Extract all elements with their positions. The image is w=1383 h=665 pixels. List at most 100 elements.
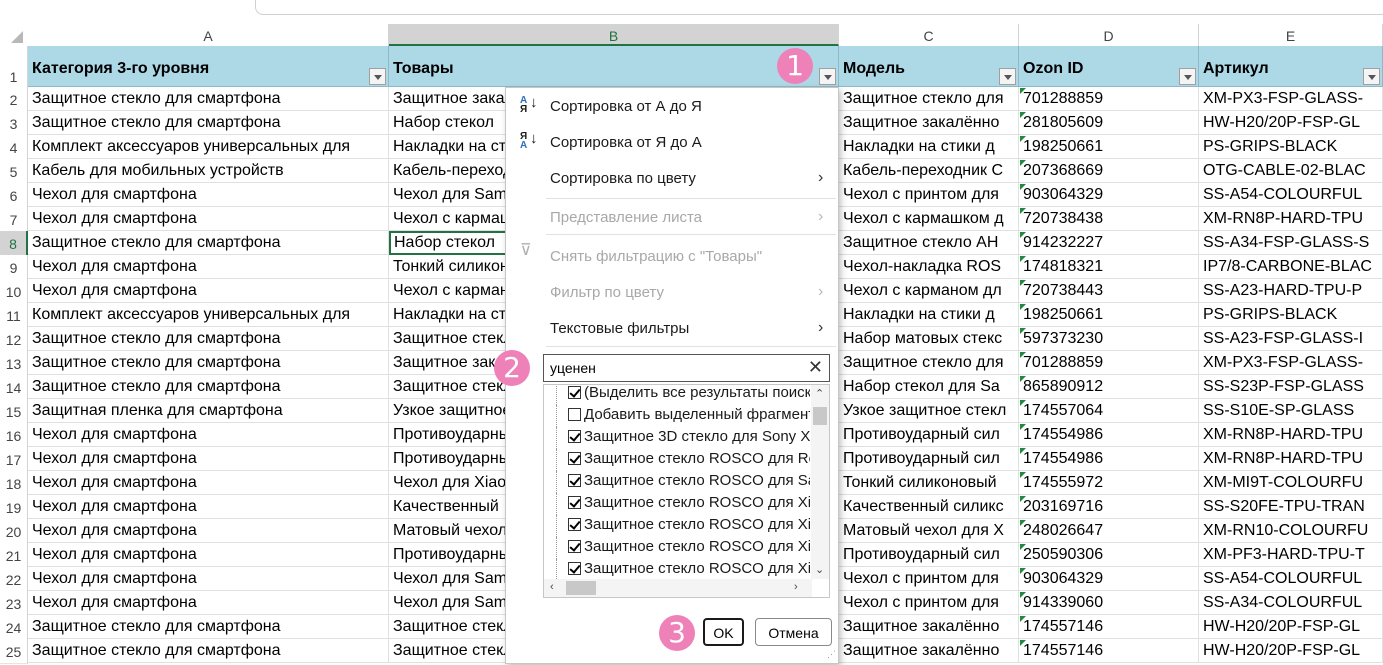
table-cell[interactable]: HW-H20/20P-FSP-GL [1199,111,1383,135]
filter-list-item[interactable]: Защитное стекло ROSCO для Realme [550,449,810,471]
horizontal-scroll-thumb[interactable] [566,581,596,595]
row-header[interactable]: 3 [0,111,28,136]
filter-dropdown-icon[interactable] [1179,68,1196,85]
checkbox[interactable] [568,408,581,421]
table-cell[interactable]: Противоударный сил [839,447,1019,471]
table-cell[interactable]: HW-H20/20P-FSP-GL [1199,639,1383,663]
table-cell[interactable]: Чехол с принтом для [839,567,1019,591]
table-cell[interactable]: 207368669 [1019,159,1199,183]
table-cell[interactable]: Матовый чехол для Х [839,519,1019,543]
sort-by-color-item[interactable]: Сортировка по цвету › [506,162,838,194]
row-header[interactable]: 17 [0,447,28,472]
table-cell[interactable]: PS-GRIPS-BLACK [1199,303,1383,327]
table-cell[interactable]: Чехол для смартфона [28,183,389,207]
table-cell[interactable]: XM-PX3-FSP-GLASS- [1199,351,1383,375]
table-cell[interactable]: Узкое защитное стекл [839,399,1019,423]
table-cell[interactable]: Защитное стекло для смартфона [28,231,389,255]
table-cell[interactable]: Накладки на стики д [839,303,1019,327]
table-cell[interactable]: SS-A54-COLOURFUL [1199,183,1383,207]
table-cell[interactable]: 203169716 [1019,495,1199,519]
table-cell[interactable]: 174557146 [1019,639,1199,663]
table-cell[interactable]: Защитное закалённо [839,111,1019,135]
table-cell[interactable]: 198250661 [1019,303,1199,327]
filter-list-item[interactable]: (Выделить все результаты поиска) [550,385,810,405]
table-cell[interactable]: SS-S10E-SP-GLASS [1199,399,1383,423]
clear-search-icon[interactable]: ✕ [808,357,823,378]
text-filters-item[interactable]: Текстовые фильтры › [506,312,838,344]
table-cell[interactable]: 248026647 [1019,519,1199,543]
table-cell[interactable]: SS-A34-COLOURFUL [1199,591,1383,615]
column-header-e[interactable]: E [1199,24,1383,46]
filter-list-item[interactable]: Защитное 3D стекло для Sony Xperia [550,427,810,449]
row-header[interactable]: 13 [0,351,28,376]
table-cell[interactable]: Тонкий силиконовый [839,471,1019,495]
checkbox[interactable] [568,518,581,531]
row-header[interactable]: 7 [0,207,28,232]
table-cell[interactable]: Чехол для смартфона [28,279,389,303]
filter-list-item[interactable]: Защитное стекло ROSCO для Xiaomi [550,559,810,581]
table-cell[interactable]: Защитное стекло для смартфона [28,615,389,639]
table-cell[interactable]: SS-S23P-FSP-GLASS [1199,375,1383,399]
table-cell[interactable]: PS-GRIPS-BLACK [1199,135,1383,159]
row-header[interactable]: 23 [0,591,28,616]
filter-dropdown-icon[interactable] [999,68,1016,85]
table-cell[interactable]: 720738443 [1019,279,1199,303]
table-cell[interactable]: Чехол для смартфона [28,591,389,615]
table-cell[interactable]: 174818321 [1019,255,1199,279]
table-cell[interactable]: XM-PX3-FSP-GLASS- [1199,87,1383,111]
table-cell[interactable]: Противоударный сил [839,543,1019,567]
row-header[interactable]: 16 [0,423,28,448]
list-vertical-scrollbar[interactable]: ⌃ ⌄ [811,385,829,579]
table-cell[interactable]: 865890912 [1019,375,1199,399]
table-cell[interactable]: 914232227 [1019,231,1199,255]
header-cell[interactable]: Категория 3-го уровня [28,46,389,87]
header-cell[interactable]: Ozon ID [1019,46,1199,87]
table-cell[interactable]: Защитное стекло для смартфона [28,87,389,111]
sort-az-item[interactable]: А Я ↓ Сортировка от А до Я [506,90,838,122]
row-header[interactable]: 15 [0,399,28,424]
scroll-right-icon[interactable]: › [794,581,798,593]
table-cell[interactable]: Чехол для смартфона [28,207,389,231]
row-header[interactable]: 18 [0,471,28,496]
table-cell[interactable]: 174554986 [1019,423,1199,447]
row-header[interactable]: 21 [0,543,28,568]
table-cell[interactable]: Защитное закалённо [839,639,1019,663]
table-cell[interactable]: XM-RN8P-HARD-TPU [1199,207,1383,231]
table-cell[interactable]: 701288859 [1019,87,1199,111]
table-cell[interactable]: Качественный силикс [839,495,1019,519]
table-cell[interactable]: 250590306 [1019,543,1199,567]
table-cell[interactable]: 597373230 [1019,327,1199,351]
table-cell[interactable]: 174554986 [1019,447,1199,471]
filter-search-input[interactable]: уценен ✕ [543,354,830,382]
table-cell[interactable]: Накладки на стики д [839,135,1019,159]
table-cell[interactable]: 174555972 [1019,471,1199,495]
table-cell[interactable]: Защитное стекло для смартфона [28,639,389,663]
column-header-d[interactable]: D [1019,24,1199,46]
row-header[interactable]: 1 [0,46,28,89]
table-cell[interactable]: Чехол для смартфона [28,423,389,447]
table-cell[interactable]: Набор стекол для Sa [839,375,1019,399]
filter-dropdown-icon[interactable] [1363,68,1380,85]
table-cell[interactable]: Защитное стекло для смартфона [28,351,389,375]
table-cell[interactable]: Набор матовых стекс [839,327,1019,351]
row-header[interactable]: 2 [0,87,28,112]
table-cell[interactable]: SS-A23-FSP-GLASS-I [1199,327,1383,351]
table-cell[interactable]: Чехол с принтом для [839,183,1019,207]
scroll-down-icon[interactable]: ⌄ [815,563,824,576]
table-cell[interactable]: Кабель для мобильных устройств [28,159,389,183]
table-cell[interactable]: Чехол с карманом дл [839,279,1019,303]
table-cell[interactable]: Защитное стекло для [839,87,1019,111]
table-cell[interactable]: Защитное стекло АН [839,231,1019,255]
table-cell[interactable]: 174557064 [1019,399,1199,423]
row-header[interactable]: 22 [0,567,28,592]
filter-list-item[interactable]: Защитное стекло ROSCO для Samsung [550,471,810,493]
table-cell[interactable]: XM-RN8P-HARD-TPU [1199,447,1383,471]
table-cell[interactable]: 720738438 [1019,207,1199,231]
table-cell[interactable]: Комплект аксессуаров универсальных для [28,135,389,159]
table-cell[interactable]: Чехол для смартфона [28,567,389,591]
filter-dropdown-icon[interactable] [369,68,386,85]
column-header-b[interactable]: B [389,24,839,46]
table-cell[interactable]: Комплект аксессуаров универсальных для [28,303,389,327]
row-header[interactable]: 11 [0,303,28,328]
table-cell[interactable]: XM-MI9T-COLOURFU [1199,471,1383,495]
